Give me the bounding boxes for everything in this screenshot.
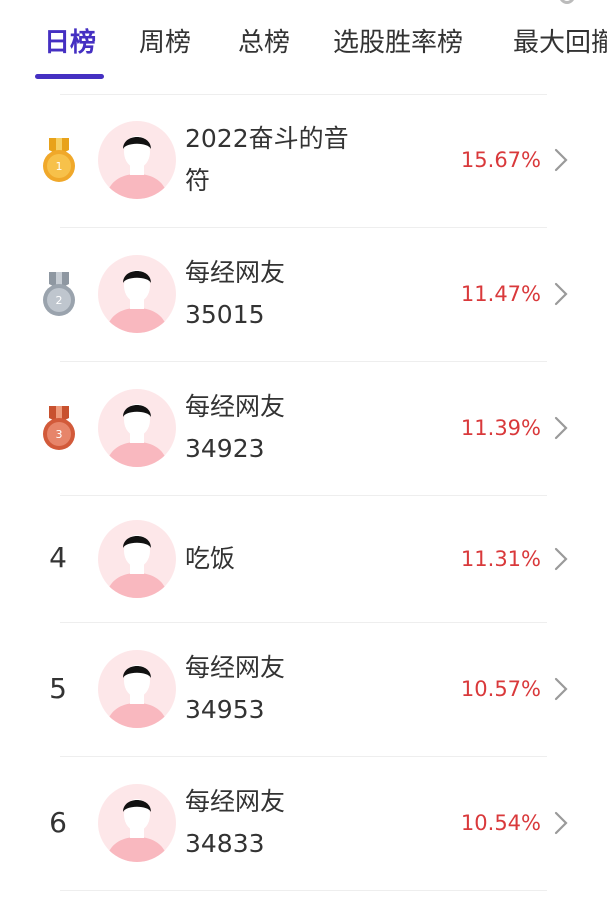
user-name: 吃饭 <box>185 538 385 580</box>
rank-number: 4 <box>49 541 67 574</box>
chevron-right-icon <box>554 148 568 172</box>
user-name-line: 34953 <box>185 695 265 724</box>
rank-number: 6 <box>49 806 67 839</box>
return-rate: 10.54% <box>460 811 541 835</box>
tab-max-drawdown[interactable]: 最大回撤 <box>513 26 607 60</box>
chevron-right-icon <box>554 282 568 306</box>
list-item[interactable]: 5 每经网友 34953 10.57% <box>0 622 607 756</box>
svg-text:2: 2 <box>56 294 63 307</box>
list-item[interactable]: 6 每经网友 34833 10.54% <box>0 756 607 890</box>
list-item[interactable]: 1 2022奋斗的音 符 15.67% <box>0 94 607 227</box>
avatar <box>98 650 176 728</box>
return-rate: 11.39% <box>460 416 541 440</box>
list-item[interactable]: 3 每经网友 34923 11.39% <box>0 361 607 495</box>
avatar <box>98 121 176 199</box>
avatar <box>98 389 176 467</box>
avatar <box>98 255 176 333</box>
user-name: 每经网友 34833 <box>185 781 385 865</box>
user-name-line: 35015 <box>185 300 265 329</box>
help-icon[interactable] <box>559 0 575 4</box>
chevron-right-icon <box>554 416 568 440</box>
svg-text:3: 3 <box>56 428 63 441</box>
user-name: 每经网友 34953 <box>185 647 385 731</box>
user-name-line: 符 <box>185 166 211 195</box>
avatar <box>98 520 176 598</box>
return-rate: 11.47% <box>460 282 541 306</box>
user-name-line: 34833 <box>185 829 265 858</box>
user-name: 每经网友 34923 <box>185 386 385 470</box>
silver-medal-icon: 2 <box>43 272 75 316</box>
chevron-right-icon <box>554 547 568 571</box>
list-item[interactable]: 2 每经网友 35015 11.47% <box>0 227 607 361</box>
bronze-medal-icon: 3 <box>43 406 75 450</box>
user-name-line: 每经网友 <box>185 787 286 816</box>
user-name: 每经网友 35015 <box>185 252 385 336</box>
user-name-line: 吃饭 <box>185 544 236 573</box>
divider <box>60 890 547 891</box>
user-name-line: 每经网友 <box>185 258 286 287</box>
chevron-right-icon <box>554 677 568 701</box>
tab-daily[interactable]: 日榜 <box>44 26 96 60</box>
user-name: 2022奋斗的音 符 <box>185 118 385 202</box>
user-name-line: 34923 <box>185 434 265 463</box>
user-name-line: 每经网友 <box>185 392 286 421</box>
list-item[interactable]: 4 吃饭 11.31% <box>0 495 607 622</box>
tab-weekly[interactable]: 周榜 <box>139 26 191 60</box>
tab-stock-pick-win-rate[interactable]: 选股胜率榜 <box>333 26 463 60</box>
chevron-right-icon <box>554 811 568 835</box>
avatar <box>98 784 176 862</box>
gold-medal-icon: 1 <box>43 138 75 182</box>
rank-number: 5 <box>49 672 67 705</box>
active-tab-indicator <box>35 74 104 79</box>
svg-text:1: 1 <box>56 160 63 173</box>
user-name-line: 每经网友 <box>185 653 286 682</box>
return-rate: 11.31% <box>460 547 541 571</box>
tab-overall[interactable]: 总榜 <box>238 26 290 60</box>
user-name-line: 2022奋斗的音 <box>185 124 349 153</box>
return-rate: 10.57% <box>460 677 541 701</box>
ranking-tabs: 日榜 周榜 总榜 选股胜率榜 最大回撤 <box>0 0 607 94</box>
return-rate: 15.67% <box>460 148 541 172</box>
